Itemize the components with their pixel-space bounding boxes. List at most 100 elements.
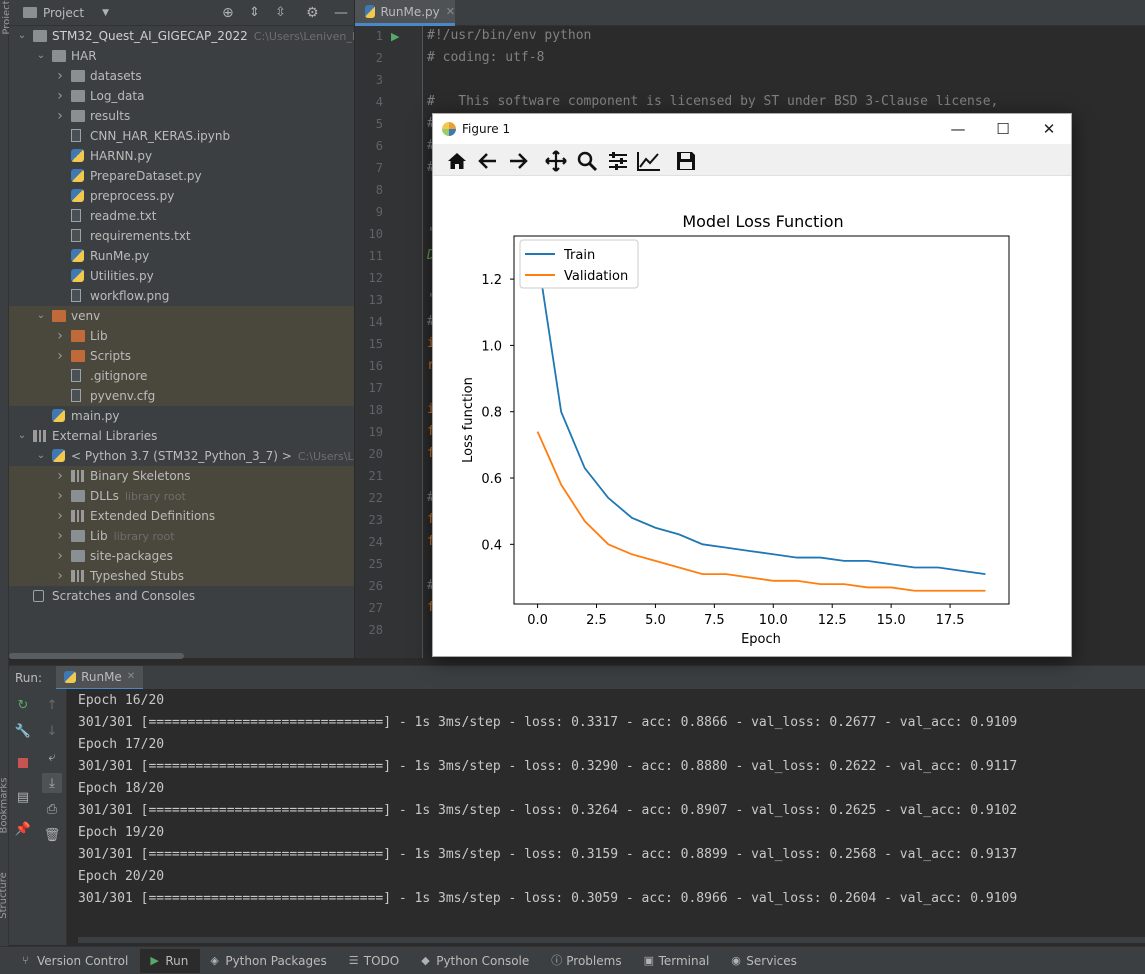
tree-item[interactable]: ⌄ venv bbox=[9, 306, 354, 326]
code-line[interactable]: # This software component is licensed by… bbox=[427, 94, 998, 109]
tree-item[interactable]: RunMe.py bbox=[9, 246, 354, 266]
layout-icon[interactable]: ▤ bbox=[15, 789, 31, 805]
chevron-down-icon[interactable]: ▼ bbox=[102, 8, 109, 18]
chevron-right-icon[interactable]: › bbox=[55, 66, 65, 86]
chevron-down-icon[interactable]: ⌄ bbox=[36, 306, 46, 326]
chevron-down-icon[interactable]: ⌄ bbox=[36, 446, 46, 466]
tree-item[interactable]: PrepareDataset.py bbox=[9, 166, 354, 186]
tree-item[interactable]: CNN_HAR_KERAS.ipynb bbox=[9, 126, 354, 146]
chevron-right-icon[interactable]: › bbox=[55, 466, 65, 486]
tree-item-label: readme.txt bbox=[90, 209, 157, 223]
minimize-icon[interactable]: — bbox=[334, 5, 348, 21]
tree-item-label: Typeshed Stubs bbox=[90, 569, 185, 583]
up-arrow-icon[interactable]: ↑ bbox=[44, 697, 60, 713]
soft-wrap-icon[interactable]: ⤶ bbox=[44, 749, 60, 765]
tree-item[interactable]: ⌄ External Libraries bbox=[9, 426, 354, 446]
window-maximize-icon[interactable]: ☐ bbox=[980, 114, 1026, 144]
chevron-down-icon[interactable]: ⌄ bbox=[36, 46, 46, 66]
project-panel-title[interactable]: Project bbox=[43, 6, 84, 20]
tool-window-button[interactable]: ◆ Python Console bbox=[411, 949, 541, 973]
window-close-icon[interactable]: ✕ bbox=[1026, 114, 1072, 144]
chevron-right-icon[interactable]: › bbox=[55, 546, 65, 566]
chevron-right-icon[interactable]: › bbox=[55, 486, 65, 506]
tree-item[interactable]: › results bbox=[9, 106, 354, 126]
tool-window-button[interactable]: ☰ TODO bbox=[339, 949, 411, 973]
close-icon[interactable]: ✕ bbox=[446, 5, 455, 18]
rerun-icon[interactable]: ↻ bbox=[15, 697, 31, 713]
tree-item[interactable]: › Binary Skeletons bbox=[9, 466, 354, 486]
tool-window-button[interactable]: ⑂ Version Control bbox=[12, 949, 140, 973]
collapse-all-icon[interactable]: ⇳ bbox=[275, 5, 286, 20]
tree-item[interactable]: › site-packages bbox=[9, 546, 354, 566]
down-arrow-icon[interactable]: ↓ bbox=[44, 723, 60, 739]
wrench-icon[interactable]: 🔧 bbox=[15, 723, 31, 739]
chevron-right-icon[interactable]: › bbox=[55, 526, 65, 546]
expand-all-icon[interactable]: ⇕ bbox=[249, 5, 260, 20]
tool-window-button[interactable]: ⓘ Problems bbox=[541, 949, 633, 973]
locate-icon[interactable]: ⊕ bbox=[222, 5, 234, 21]
tool-window-label: Python Console bbox=[436, 953, 530, 968]
structure-tool-label[interactable]: Structure bbox=[0, 872, 9, 919]
stop-icon[interactable] bbox=[15, 755, 31, 771]
tree-item[interactable]: pyvenv.cfg bbox=[9, 386, 354, 406]
gear-icon[interactable]: ⚙ bbox=[306, 5, 319, 21]
tool-window-button[interactable]: ▶ Run bbox=[140, 948, 201, 973]
trash-icon[interactable]: 🗑 bbox=[44, 827, 61, 843]
chevron-right-icon[interactable]: › bbox=[55, 506, 65, 526]
tool-window-button[interactable]: ▣ Terminal bbox=[634, 949, 722, 973]
tree-item[interactable]: ⌄ HAR bbox=[9, 46, 354, 66]
tool-window-button[interactable]: ◈ Python Packages bbox=[200, 949, 338, 973]
zoom-icon[interactable] bbox=[574, 149, 600, 173]
console-scrollbar[interactable] bbox=[78, 937, 1145, 943]
tree-item[interactable]: › Scripts bbox=[9, 346, 354, 366]
back-icon[interactable] bbox=[475, 149, 501, 173]
line-number: 7 bbox=[375, 161, 383, 175]
window-minimize-icon[interactable]: — bbox=[935, 114, 981, 144]
tree-item[interactable]: Scratches and Consoles bbox=[9, 586, 354, 606]
tree-item[interactable]: › datasets bbox=[9, 66, 354, 86]
chevron-right-icon[interactable]: › bbox=[55, 86, 65, 106]
close-icon[interactable]: ✕ bbox=[127, 671, 135, 682]
pan-icon[interactable] bbox=[543, 149, 569, 173]
tree-item[interactable]: workflow.png bbox=[9, 286, 354, 306]
code-line[interactable]: #!/usr/bin/env python bbox=[427, 28, 591, 43]
tree-item[interactable]: › Extended Definitions bbox=[9, 506, 354, 526]
run-tab[interactable]: RunMe ✕ bbox=[56, 665, 144, 690]
configure-icon[interactable] bbox=[605, 149, 631, 173]
chevron-right-icon[interactable]: › bbox=[55, 326, 65, 346]
pin-icon[interactable]: 📌 bbox=[15, 821, 31, 837]
tree-item[interactable]: ⌄ STM32_Quest_AI_GIGECAP_2022 C:\Users\Len… bbox=[9, 26, 354, 46]
tree-item[interactable]: preprocess.py bbox=[9, 186, 354, 206]
edit-axis-icon[interactable] bbox=[636, 149, 662, 173]
chevron-right-icon[interactable]: › bbox=[55, 566, 65, 586]
home-icon[interactable] bbox=[444, 149, 470, 173]
tree-item[interactable]: main.py bbox=[9, 406, 354, 426]
tree-item[interactable]: Utilities.py bbox=[9, 266, 354, 286]
tool-window-button[interactable]: ◉ Services bbox=[721, 949, 809, 973]
tree-item[interactable]: › Lib library root bbox=[9, 526, 354, 546]
print-icon[interactable]: ⎙ bbox=[44, 801, 60, 817]
tree-item[interactable]: requirements.txt bbox=[9, 226, 354, 246]
chevron-right-icon[interactable]: › bbox=[55, 346, 65, 366]
scroll-to-end-icon[interactable]: ⤓ bbox=[42, 773, 62, 793]
python-run-icon bbox=[64, 670, 77, 683]
horizontal-scrollbar[interactable] bbox=[9, 653, 184, 659]
tree-item[interactable]: readme.txt bbox=[9, 206, 354, 226]
forward-icon[interactable] bbox=[505, 149, 531, 173]
chevron-down-icon[interactable]: ⌄ bbox=[17, 426, 27, 446]
run-console[interactable]: Epoch 16/20 301/301 [====================… bbox=[67, 689, 1145, 945]
save-icon[interactable] bbox=[673, 149, 699, 173]
tree-item[interactable]: .gitignore bbox=[9, 366, 354, 386]
tree-item[interactable]: › DLLs library root bbox=[9, 486, 354, 506]
tree-item[interactable]: › Lib bbox=[9, 326, 354, 346]
tree-item[interactable]: › Log_data bbox=[9, 86, 354, 106]
x-axis-label: Epoch bbox=[741, 632, 781, 647]
tab-runme[interactable]: RunMe.py ✕ bbox=[355, 0, 455, 26]
chevron-right-icon[interactable]: › bbox=[55, 106, 65, 126]
tree-item[interactable]: › Typeshed Stubs bbox=[9, 566, 354, 586]
chevron-down-icon[interactable]: ⌄ bbox=[17, 26, 27, 46]
code-line[interactable]: # coding: utf-8 bbox=[427, 50, 544, 65]
tree-item[interactable]: HARNN.py bbox=[9, 146, 354, 166]
tree-item[interactable]: ⌄ < Python 3.7 (STM32_Python_3_7) > C:\Use… bbox=[9, 446, 354, 466]
run-gutter-icon[interactable]: ▶ bbox=[391, 30, 399, 43]
